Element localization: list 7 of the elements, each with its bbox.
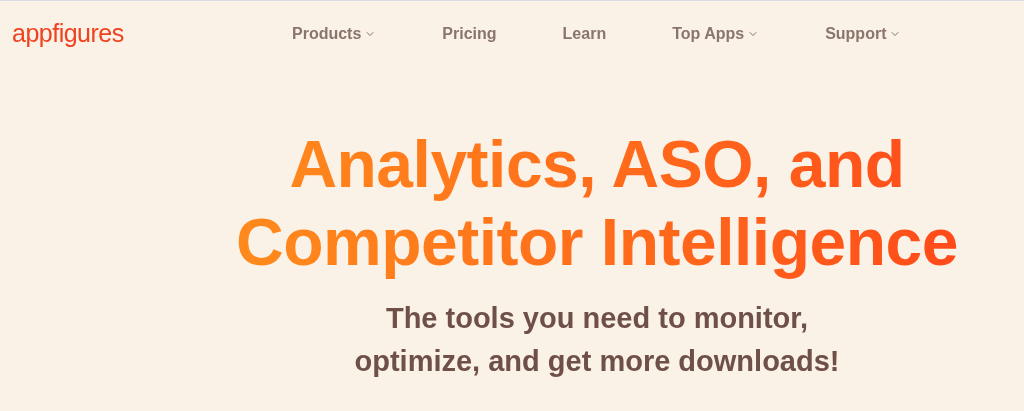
- nav-link[interactable]: Products: [284, 22, 385, 46]
- nav-link[interactable]: Pricing: [434, 22, 505, 46]
- nav-link[interactable]: Top Apps: [664, 22, 768, 46]
- logo[interactable]: appfigures: [12, 15, 262, 53]
- subtitle: The tools you need to monitor, optimize, and get more downloads!: [354, 301, 840, 379]
- nav-link[interactable]: Learn: [554, 22, 615, 46]
- nav-link[interactable]: Support: [817, 22, 910, 46]
